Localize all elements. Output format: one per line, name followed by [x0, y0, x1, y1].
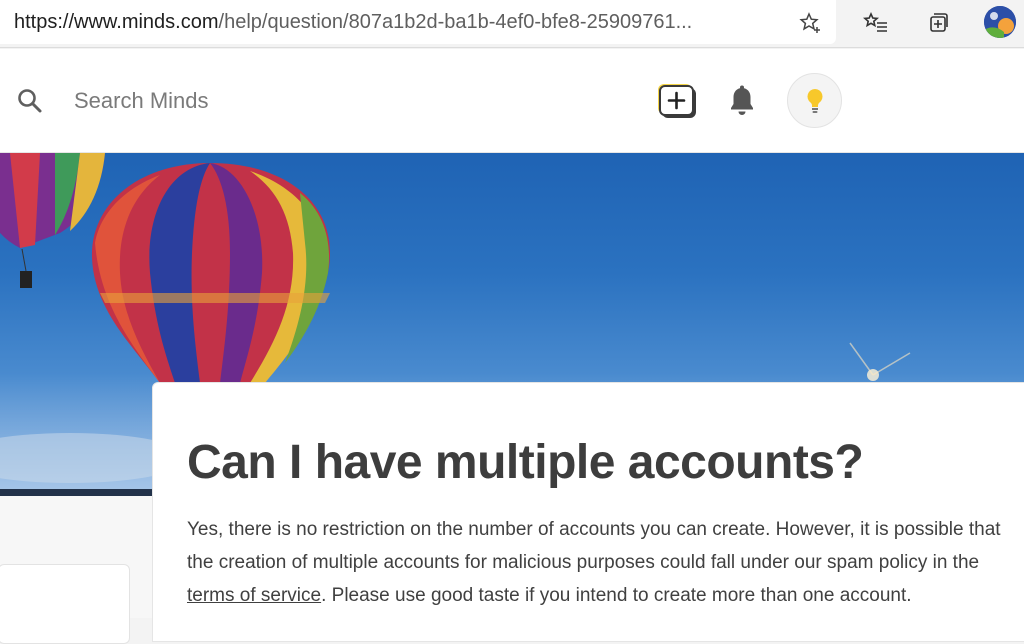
url-text[interactable]: https://www.minds.com/help/question/807a… — [14, 11, 784, 34]
article-body-text-2: . Please use good taste if you intend to… — [321, 585, 912, 606]
search-input[interactable] — [74, 84, 474, 118]
bell-icon[interactable] — [726, 83, 758, 119]
app-header — [0, 49, 1024, 153]
address-bar[interactable]: https://www.minds.com/help/question/807a… — [0, 0, 836, 44]
help-article: Can I have multiple accounts? Yes, there… — [152, 382, 1024, 642]
url-prefix: https://www. — [14, 11, 122, 33]
balloon-left — [0, 153, 105, 288]
star-add-icon[interactable] — [796, 9, 824, 37]
bulb-icon[interactable] — [787, 73, 842, 128]
profile-avatar[interactable] — [984, 6, 1016, 38]
url-path: /help/question/807a1b2d-ba1b-4ef0-bfe8-2… — [218, 11, 693, 33]
search-icon[interactable] — [16, 87, 44, 115]
terms-of-service-link[interactable]: terms of service — [187, 585, 321, 606]
browser-toolbar: https://www.minds.com/help/question/807a… — [0, 0, 1024, 48]
balloon-main — [91, 163, 330, 383]
article-body: Yes, there is no restriction on the numb… — [187, 513, 1017, 612]
article-title: Can I have multiple accounts? — [187, 436, 864, 489]
sidebar-card — [0, 564, 130, 644]
url-host: minds.com — [121, 11, 219, 33]
collections-icon[interactable] — [924, 9, 952, 37]
favorites-icon[interactable] — [862, 9, 890, 37]
compose-icon[interactable] — [656, 82, 698, 120]
article-body-text-1: Yes, there is no restriction on the numb… — [187, 519, 1001, 573]
